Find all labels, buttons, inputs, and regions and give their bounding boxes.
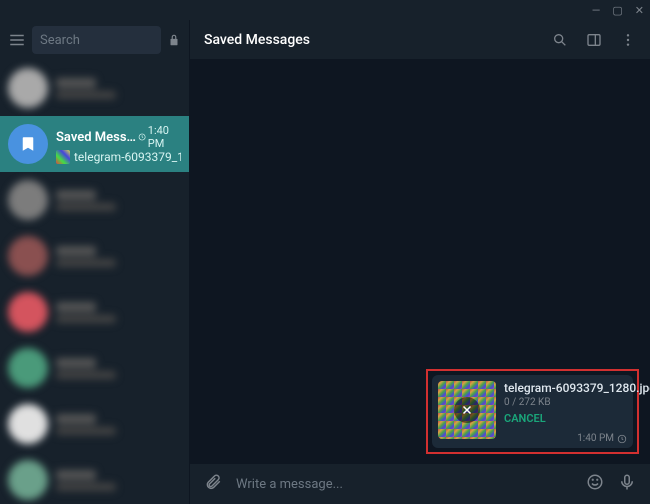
window-titlebar: — ▢ ✕ — [0, 0, 650, 20]
menu-icon[interactable] — [8, 31, 26, 49]
conversation-header: Saved Messages — [190, 20, 650, 60]
upload-time: 1:40 PM — [577, 433, 627, 444]
preview-thumb-icon — [56, 150, 70, 164]
avatar — [8, 348, 48, 388]
avatar — [8, 180, 48, 220]
chat-saved-messages[interactable]: Saved Messages 1:40 PM telegram-6093379_… — [0, 116, 189, 172]
app-window: — ▢ ✕ Search — [0, 0, 650, 504]
chat-list-item[interactable] — [0, 396, 189, 452]
upload-thumbnail[interactable] — [438, 381, 496, 439]
messages-area[interactable]: telegram-6093379_1280.jpg 0 / 272 KB CAN… — [190, 60, 650, 464]
window-maximize-button[interactable]: ▢ — [612, 4, 622, 17]
upload-filename: telegram-6093379_1280.jpg — [504, 381, 650, 395]
avatar — [8, 460, 48, 500]
message-placeholder: Write a message... — [236, 477, 343, 492]
sidebar-toggle-icon[interactable] — [586, 32, 602, 48]
upload-message-bubble[interactable]: telegram-6093379_1280.jpg 0 / 272 KB CAN… — [432, 375, 633, 448]
avatar — [8, 236, 48, 276]
search-icon[interactable] — [552, 32, 568, 48]
window-close-button[interactable]: ✕ — [635, 4, 644, 17]
clock-icon — [617, 434, 627, 444]
saved-messages-avatar — [8, 124, 48, 164]
conversation-panel: Saved Messages — [190, 20, 650, 504]
message-input[interactable]: Write a message... — [236, 477, 572, 492]
chat-list-item[interactable] — [0, 228, 189, 284]
cancel-upload-icon[interactable] — [454, 397, 480, 423]
more-icon[interactable] — [620, 32, 636, 48]
chat-list-item[interactable] — [0, 172, 189, 228]
search-placeholder: Search — [40, 33, 80, 48]
chat-time: 1:40 PM — [138, 124, 181, 150]
search-input[interactable]: Search — [32, 26, 161, 54]
sidebar: Search Saved Messages — [0, 20, 190, 504]
chat-list-item[interactable] — [0, 452, 189, 504]
cancel-button[interactable]: CANCEL — [504, 412, 650, 425]
avatar — [8, 68, 48, 108]
chat-list-item[interactable] — [0, 284, 189, 340]
chat-list[interactable]: Saved Messages 1:40 PM telegram-6093379_… — [0, 60, 189, 504]
emoji-icon[interactable] — [586, 473, 604, 495]
avatar — [8, 292, 48, 332]
chat-list-item[interactable] — [0, 340, 189, 396]
attach-icon[interactable] — [204, 473, 222, 495]
main-area: Search Saved Messages — [0, 20, 650, 504]
conversation-title: Saved Messages — [204, 32, 310, 48]
chat-item-body: Saved Messages 1:40 PM telegram-6093379_… — [56, 124, 181, 164]
avatar — [8, 404, 48, 444]
compose-bar: Write a message... — [190, 464, 650, 504]
window-minimize-button[interactable]: — — [592, 4, 601, 17]
sidebar-header: Search — [0, 20, 189, 60]
upload-highlight-box: telegram-6093379_1280.jpg 0 / 272 KB CAN… — [426, 369, 639, 454]
chat-list-item[interactable] — [0, 60, 189, 116]
upload-progress: 0 / 272 KB — [504, 397, 650, 408]
voice-icon[interactable] — [618, 473, 636, 495]
chat-name: Saved Messages — [56, 130, 138, 145]
chat-preview: telegram-6093379_1280.jpg — [56, 150, 181, 164]
lock-icon[interactable] — [167, 33, 181, 47]
header-actions — [552, 32, 636, 48]
